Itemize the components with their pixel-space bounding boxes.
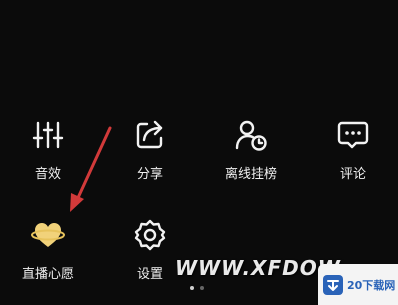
- page-indicator: [190, 286, 204, 290]
- watermark-text: WWW.XFDOW: [175, 256, 341, 280]
- watermark-badge-text: 20下载网: [347, 278, 396, 292]
- page-dot: [200, 286, 204, 290]
- watermark-badge: 20下载网: [318, 264, 398, 305]
- download-site-logo-icon: [323, 274, 343, 295]
- page-dot-active: [190, 286, 194, 290]
